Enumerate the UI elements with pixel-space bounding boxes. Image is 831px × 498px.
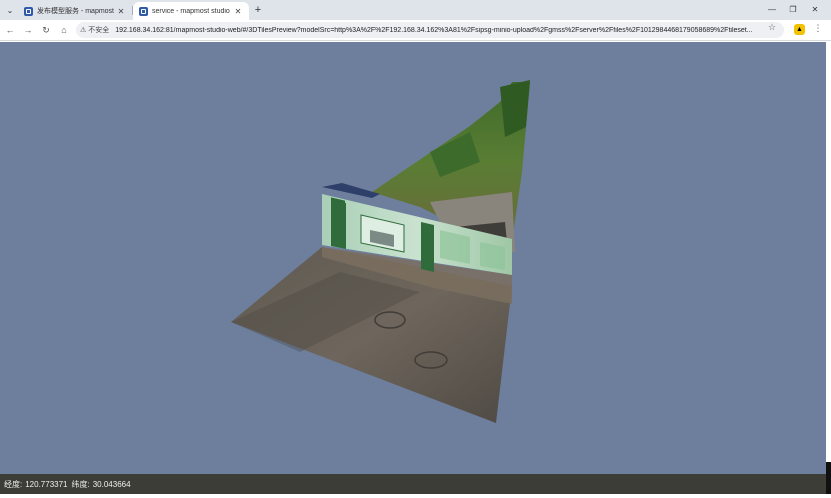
tab-title: service - mapmost studio [152,7,230,15]
latitude-label: 纬度: [71,479,90,489]
tab-publish-service[interactable]: 发布模型服务 - mapmost ✕ [18,2,132,20]
tab-strip: ⌄ 发布模型服务 - mapmost ✕ service - mapmost s… [0,0,831,20]
tab-title: 发布模型服务 - mapmost [37,8,115,15]
window-bottom-edge [0,494,831,498]
longitude-value: 120.773371 [25,479,68,489]
minimize-button[interactable]: — [765,3,779,17]
mapmost-favicon-icon [24,6,33,16]
window-close-button[interactable]: ✕ [808,3,822,17]
fence-panel-green [331,200,346,249]
back-button[interactable]: ← [3,23,17,37]
3d-tiles-viewer[interactable] [0,42,826,474]
warning-icon: ⚠ [80,27,87,34]
restore-button[interactable]: ❐ [786,3,800,17]
home-button[interactable]: ⌂ [57,23,71,37]
browser-menu-button[interactable]: ⋮ [813,23,823,34]
3d-model-scene[interactable] [0,42,826,474]
security-label: 不安全 [88,27,110,34]
browser-toolbar: ← → ↻ ⌂ ⚠ 不安全 192.168.34.162:81/mapmost-… [0,20,831,41]
tab-service-studio[interactable]: service - mapmost studio ✕ [133,2,249,20]
longitude-label: 经度: [4,479,23,489]
security-indicator[interactable]: ⚠ 不安全 [80,25,109,35]
extension-icon[interactable]: ▲ [794,24,805,35]
window-edge [826,462,831,498]
address-bar[interactable]: ⚠ 不安全 192.168.34.162:81/mapmost-studio-w… [76,22,784,38]
latitude-value: 30.043664 [92,479,131,489]
tab-search-button[interactable]: ⌄ [3,3,17,17]
tab-close-icon[interactable]: ✕ [116,7,126,16]
fence-panel-green [421,222,434,272]
coordinate-status-bar: 经度: 120.773371 纬度: 30.043664 [0,474,826,494]
forward-button[interactable]: → [21,23,35,37]
mapmost-favicon-icon [139,6,148,16]
tab-close-icon[interactable]: ✕ [233,7,243,16]
reload-button[interactable]: ↻ [39,23,53,37]
new-tab-button[interactable]: + [251,3,265,17]
bookmark-star-icon[interactable]: ☆ [768,22,776,33]
fence-top-edge [322,183,380,198]
url-text[interactable]: 192.168.34.162:81/mapmost-studio-web/#/3… [115,27,784,34]
chevron-down-icon: ⌄ [6,5,14,15]
